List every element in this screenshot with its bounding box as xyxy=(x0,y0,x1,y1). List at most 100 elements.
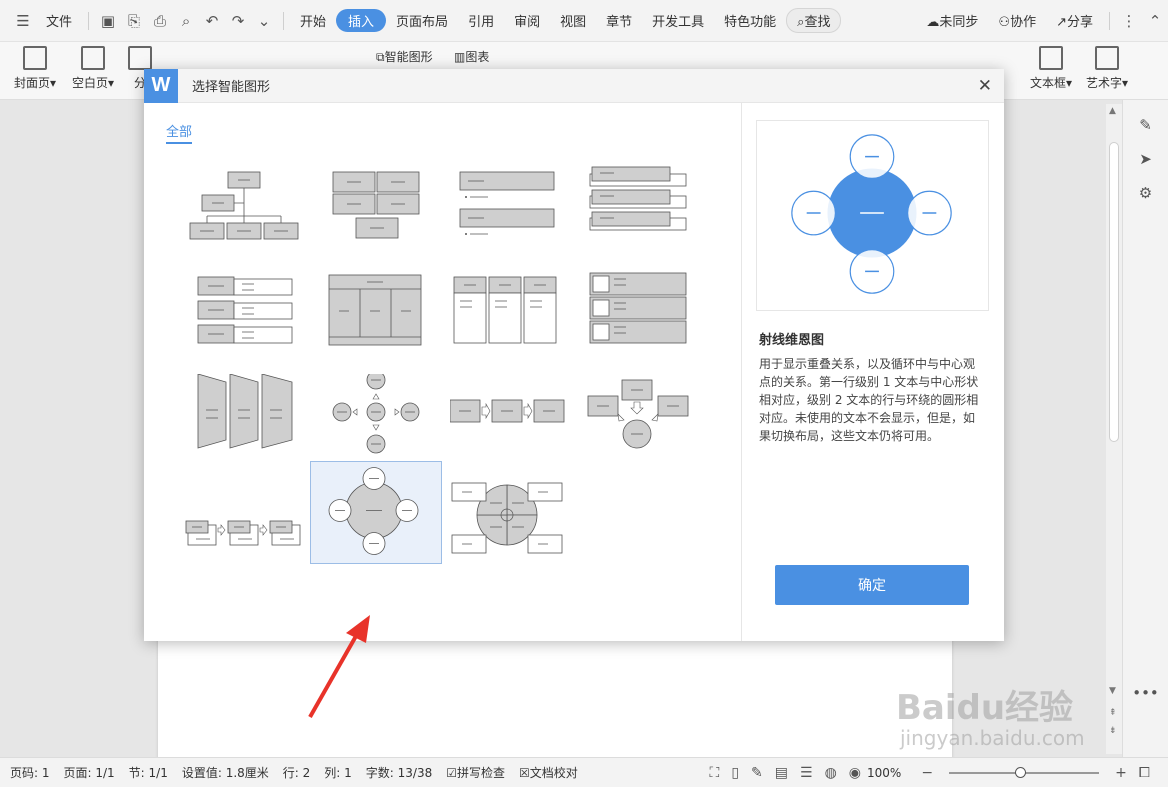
tab-references[interactable]: 引用 xyxy=(458,11,504,30)
zoom-knob[interactable] xyxy=(1015,766,1027,778)
smartart-thumb[interactable] xyxy=(586,269,716,369)
tab-developer[interactable]: 开发工具 xyxy=(642,11,714,30)
tab-review[interactable]: 审阅 xyxy=(504,11,550,30)
smartart-thumb-radial-venn[interactable] xyxy=(310,461,442,564)
cursor-icon[interactable]: ➤ xyxy=(1123,150,1168,168)
doc-proof-button[interactable]: ☒文档校对 xyxy=(519,764,578,781)
tab-page-layout[interactable]: 页面布局 xyxy=(386,11,458,30)
search-button[interactable]: ⌕查找 xyxy=(786,8,842,33)
close-icon[interactable]: ✕ xyxy=(978,76,992,96)
fit-page-icon[interactable]: ⧠ xyxy=(1139,765,1150,781)
smartart-thumb[interactable] xyxy=(180,479,310,579)
file-menu[interactable]: 文件 xyxy=(36,11,82,30)
word-art-button[interactable]: 艺术字▾ xyxy=(1086,46,1128,91)
scroll-up-icon[interactable]: ▲ xyxy=(1109,106,1116,116)
status-col[interactable]: 列: 1 xyxy=(324,764,352,781)
tab-features[interactable]: 特色功能 xyxy=(714,11,786,30)
smartart-thumb[interactable] xyxy=(180,269,310,369)
collab-icon: ⚇ xyxy=(998,15,1011,30)
tab-view[interactable]: 视图 xyxy=(550,11,596,30)
doc-proof-label: 文档校对 xyxy=(529,766,578,780)
preview-icon[interactable]: ⌕ xyxy=(173,12,199,30)
smartart-thumb[interactable] xyxy=(319,269,449,369)
status-row[interactable]: 行: 2 xyxy=(283,764,311,781)
status-right: ⛶ ▯ ✎ ▤ ☰ ◍ ◉ 100% − + ⧠ xyxy=(704,765,1168,781)
collab-button[interactable]: ⚇协作 xyxy=(988,11,1046,30)
more-tools-icon[interactable]: ••• xyxy=(1123,684,1168,702)
tab-home[interactable]: 开始 xyxy=(290,11,336,30)
sync-status[interactable]: ☁未同步 xyxy=(916,11,988,30)
zoom-level[interactable]: 100% xyxy=(867,766,901,780)
zoom-in-icon[interactable]: + xyxy=(1115,765,1127,781)
status-setting[interactable]: 设置值: 1.8厘米 xyxy=(182,764,269,781)
eye-protect-icon[interactable]: ◉ xyxy=(849,765,861,781)
redo-icon[interactable]: ↷ xyxy=(225,12,251,30)
print-icon[interactable]: ⎙ xyxy=(147,12,173,30)
smartart-thumb[interactable] xyxy=(586,164,716,264)
blank-page-button[interactable]: 空白页▾ xyxy=(72,46,114,91)
fullscreen-icon[interactable]: ⛶ xyxy=(710,765,720,781)
smartart-thumb[interactable] xyxy=(319,374,449,474)
share-button[interactable]: ↗分享 xyxy=(1046,11,1103,30)
share-label: 分享 xyxy=(1066,15,1093,30)
smartart-thumb[interactable] xyxy=(180,164,310,264)
page-up-icon[interactable]: ⇞ xyxy=(1109,708,1117,718)
cloud-icon: ☁ xyxy=(926,15,940,30)
settings-sliders-icon[interactable]: ⚙ xyxy=(1123,184,1168,202)
chevron-down-icon[interactable]: ⌄ xyxy=(251,12,277,30)
divider xyxy=(1109,11,1110,30)
page-down-icon[interactable]: ⇟ xyxy=(1109,726,1117,736)
status-page[interactable]: 页面: 1/1 xyxy=(64,764,115,781)
dialog-title-bar: W 选择智能图形 ✕ xyxy=(144,68,1004,103)
cover-page-button[interactable]: 封面页▾ xyxy=(14,46,56,91)
chart-button[interactable]: ▥图表 xyxy=(454,48,489,65)
more-icon[interactable]: ⋮ xyxy=(1116,12,1142,30)
zoom-slider[interactable] xyxy=(949,766,1100,778)
word-art-icon xyxy=(1095,46,1120,70)
hamburger-icon[interactable]: ☰ xyxy=(10,12,36,30)
status-section[interactable]: 节: 1/1 xyxy=(129,764,168,781)
pen-icon[interactable]: ✎ xyxy=(1123,116,1168,134)
smartart-thumb[interactable] xyxy=(450,269,580,369)
tab-chapter[interactable]: 章节 xyxy=(596,11,642,30)
chart-icon: ▥ xyxy=(454,50,466,64)
smart-art-button[interactable]: ⧉智能图形 xyxy=(376,48,433,65)
category-tab-all[interactable]: 全部 xyxy=(166,121,193,144)
spell-check-button[interactable]: ☑拼写检查 xyxy=(446,764,505,781)
smartart-thumb[interactable] xyxy=(450,164,580,264)
undo-icon[interactable]: ↶ xyxy=(199,12,225,30)
side-toolbar: ✎ ➤ ⚙ ••• xyxy=(1122,100,1168,757)
vertical-scrollbar[interactable]: ▲ ▼ ⇞ ⇟ xyxy=(1106,104,1122,754)
cover-page-label: 封面页 xyxy=(14,76,51,90)
zoom-out-icon[interactable]: − xyxy=(921,765,933,781)
smartart-thumb[interactable] xyxy=(586,374,716,474)
menubar-right: ☁未同步 ⚇协作 ↗分享 ⋮ ⌃ xyxy=(916,11,1168,30)
page-break-icon xyxy=(128,46,152,70)
output-icon[interactable]: ⎘ xyxy=(121,12,147,30)
preview-title: 射线维恩图 xyxy=(759,333,825,348)
smartart-thumb[interactable] xyxy=(450,374,580,474)
status-word-count[interactable]: 字数: 13/38 xyxy=(366,764,432,781)
confirm-button[interactable]: 确定 xyxy=(775,565,969,605)
web-view-icon[interactable]: ◍ xyxy=(825,765,837,781)
tab-insert[interactable]: 插入 xyxy=(336,9,387,32)
scroll-thumb[interactable] xyxy=(1109,142,1119,442)
preview-description: 用于显示重叠关系，以及循环中与中心观点的关系。第一行级别 1 文本与中心形状相对… xyxy=(759,357,979,443)
outline-icon[interactable]: ☰ xyxy=(800,765,813,781)
smartart-thumb[interactable] xyxy=(319,164,449,264)
preview-box xyxy=(756,120,989,311)
write-mode-icon[interactable]: ✎ xyxy=(751,765,763,781)
save-icon[interactable]: ▣ xyxy=(95,12,121,30)
text-box-button[interactable]: 文本框▾ xyxy=(1030,46,1072,91)
smart-art-dialog: W 选择智能图形 ✕ 全部 射线维恩图 用于显示重叠关系，以及循环中与中心观点的… xyxy=(144,68,1004,718)
menu-bar: ☰ 文件 ▣ ⎘ ⎙ ⌕ ↶ ↷ ⌄ 开始 插入 页面布局 引用 审阅 视图 章… xyxy=(0,0,1168,42)
status-page-code[interactable]: 页码: 1 xyxy=(10,764,50,781)
text-box-label: 文本框 xyxy=(1030,76,1067,90)
page-view-icon[interactable]: ▤ xyxy=(775,765,788,781)
collapse-icon[interactable]: ⌃ xyxy=(1142,12,1168,30)
smartart-thumb[interactable] xyxy=(450,479,580,579)
smartart-thumb[interactable] xyxy=(180,374,310,474)
read-mode-icon[interactable]: ▯ xyxy=(731,765,739,781)
scroll-down-icon[interactable]: ▼ xyxy=(1109,686,1116,696)
watermark-url: jingyan.baidu.com xyxy=(900,726,1085,750)
